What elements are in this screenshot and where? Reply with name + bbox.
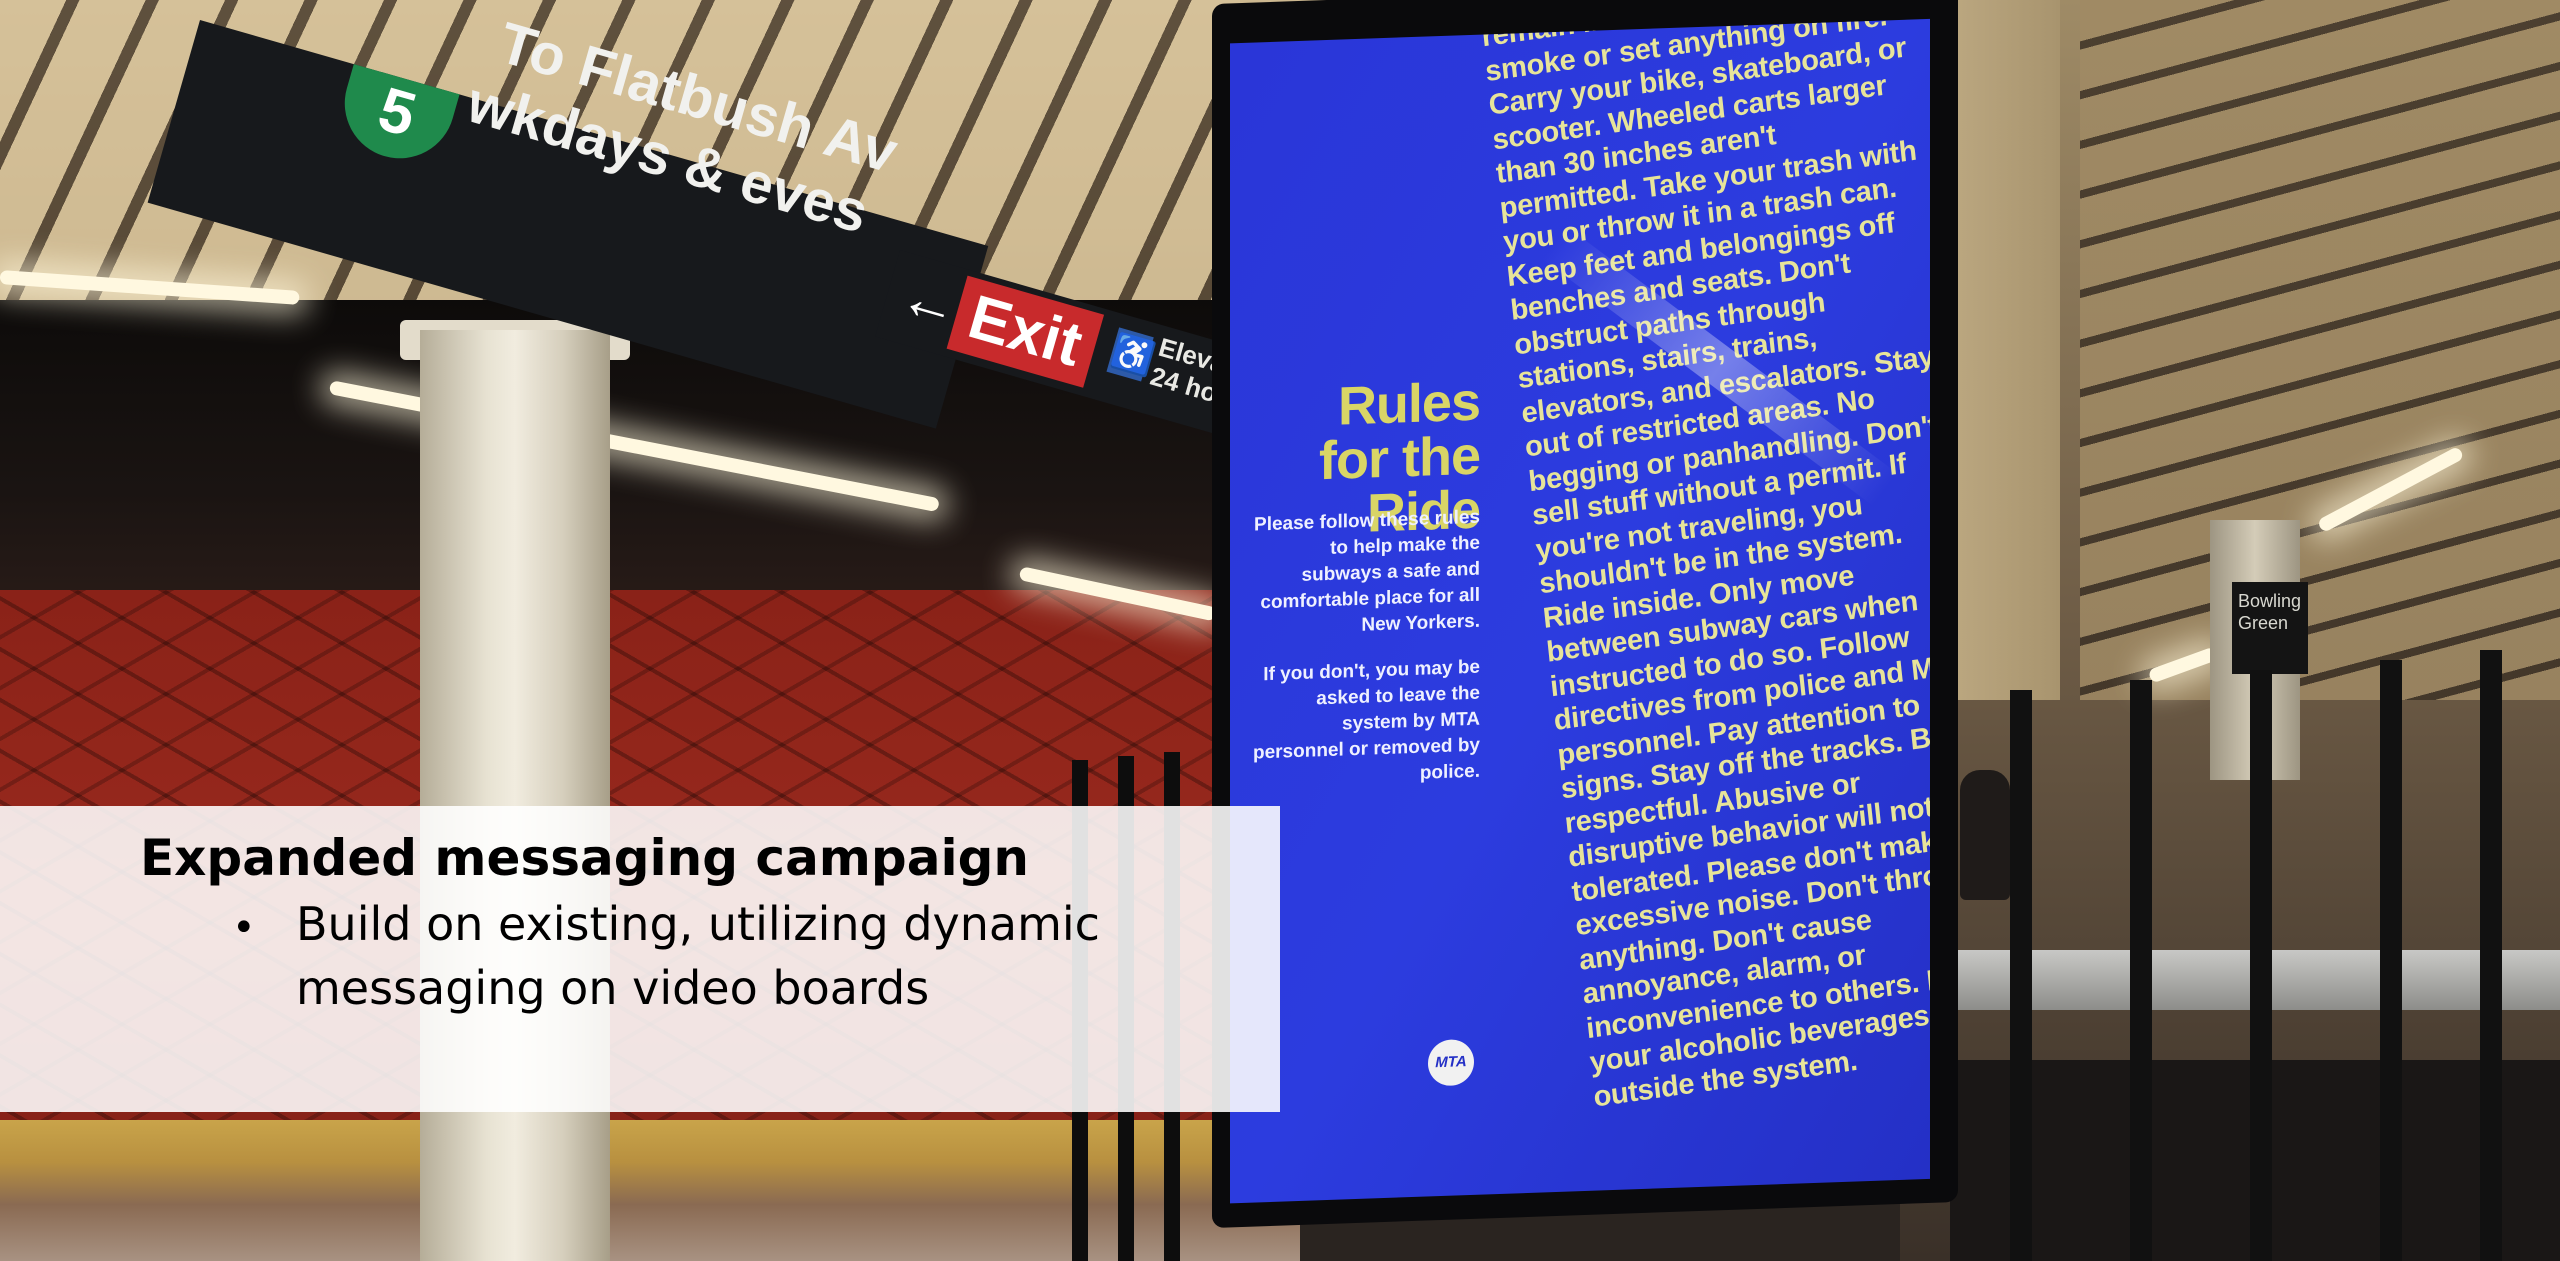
platform-edge xyxy=(0,1120,1300,1261)
wheelchair-icon: ♿ xyxy=(1106,327,1159,382)
video-board: remain in ... more than an ... smoke or … xyxy=(1212,0,1958,1229)
caption-bullet-text: Build on existing, utilizing dynamic mes… xyxy=(296,897,1100,1015)
caption-heading: Expanded messaging campaign xyxy=(140,829,1029,887)
ceiling-slats-right xyxy=(2080,0,2560,700)
fence-picket xyxy=(2380,660,2402,1261)
platform-column xyxy=(420,330,610,1261)
fence-picket xyxy=(2250,670,2272,1261)
rules-warning: If you don't, you may be asked to leave … xyxy=(1252,656,1480,784)
rules-body-text: remain in ... more than an ... smoke or … xyxy=(1480,18,1930,1114)
fence-picket xyxy=(2010,690,2032,1261)
fence-picket xyxy=(2480,650,2502,1261)
bowling-green-sign: Bowling Green xyxy=(2232,582,2308,674)
commuter-figure xyxy=(1960,770,2010,900)
rules-intro: Please follow these rules to help make t… xyxy=(1254,506,1480,636)
subway-platform-photo: Bowling Green 5 To Flatbush Av wkdays & … xyxy=(0,0,2560,1261)
bullet-marker: • xyxy=(232,905,256,951)
caption-panel: Expanded messaging campaign • Build on e… xyxy=(0,806,1280,1112)
video-board-screen: remain in ... more than an ... smoke or … xyxy=(1230,18,1930,1204)
mta-logo: MTA xyxy=(1428,1038,1474,1087)
fence-picket xyxy=(2130,680,2152,1261)
